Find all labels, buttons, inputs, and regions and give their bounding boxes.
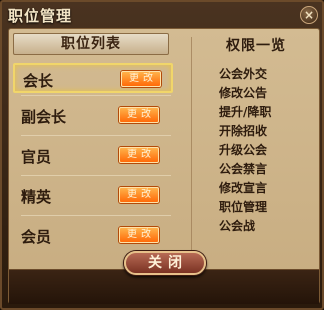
role-row-officer[interactable]: 官员 更改 (13, 141, 173, 171)
permission-item: 公会外交 (219, 67, 268, 81)
permission-item: 修改宣言 (219, 181, 268, 195)
role-name: 官员 (21, 148, 52, 166)
close-icon[interactable]: × (300, 6, 318, 24)
role-list-panel: 职位列表 会长 更改 副会长 更改 官员 更改 精英 更改 会员 更改 (11, 31, 185, 269)
role-row-elite[interactable]: 精英 更改 (13, 181, 173, 211)
permission-item: 公会战 (219, 219, 256, 233)
permission-item: 修改公告 (219, 86, 268, 100)
close-button[interactable]: 关闭 (124, 251, 206, 275)
role-list-header: 职位列表 (13, 33, 169, 55)
row-divider (21, 95, 171, 96)
row-divider (21, 215, 171, 216)
permission-item: 提升/降职 (219, 105, 272, 119)
permissions-panel: 权限一览 公会外交 修改公告 提升/降职 开除招收 升级公会 公会禁言 修改宣言… (199, 31, 317, 269)
permission-item: 开除招收 (219, 124, 268, 138)
change-role-button[interactable]: 更改 (119, 107, 159, 123)
window-title: 职位管理 (8, 7, 73, 25)
panel-separator (191, 37, 192, 269)
row-divider (21, 135, 171, 136)
row-divider (21, 175, 171, 176)
permission-item: 职位管理 (219, 200, 268, 214)
role-row-president[interactable]: 会长 更改 (13, 63, 173, 93)
role-name: 副会长 (21, 108, 67, 126)
change-role-button[interactable]: 更改 (119, 187, 159, 203)
role-name: 精英 (21, 188, 52, 206)
guild-role-management-window: 职位管理 × 职位列表 会长 更改 副会长 更改 官员 更改 精英 更改 会员 … (0, 0, 324, 310)
role-name: 会员 (21, 228, 52, 246)
permission-item: 升级公会 (219, 143, 268, 157)
change-role-button[interactable]: 更改 (119, 227, 159, 243)
permissions-header: 权限一览 (226, 38, 286, 54)
role-row-member[interactable]: 会员 更改 (13, 221, 173, 251)
role-name: 会长 (23, 72, 54, 90)
role-row-vice-president[interactable]: 副会长 更改 (13, 101, 173, 131)
permission-item: 公会禁言 (219, 162, 268, 176)
change-role-button[interactable]: 更改 (119, 147, 159, 163)
change-role-button[interactable]: 更改 (121, 71, 161, 87)
